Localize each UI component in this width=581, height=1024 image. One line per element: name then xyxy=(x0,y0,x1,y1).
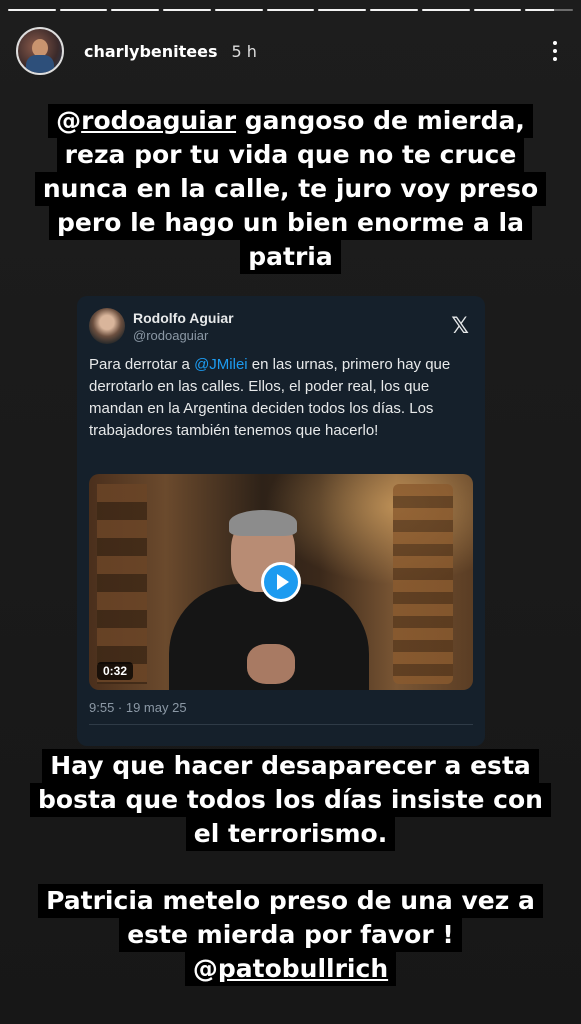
tweet-timestamp: 9:55 · 19 may 25 xyxy=(89,700,187,715)
story-progress-bar xyxy=(8,9,574,11)
video-duration: 0:32 xyxy=(97,662,134,680)
progress-segment xyxy=(421,9,470,11)
username[interactable]: charlybenitees xyxy=(84,42,218,61)
caption-line: reza por tu vida que no te cruce xyxy=(56,138,525,172)
tweet-avatar xyxy=(89,308,125,344)
caption-line: el terrorismo. xyxy=(185,817,396,851)
more-vertical-icon[interactable] xyxy=(545,37,565,65)
progress-segment xyxy=(214,9,263,11)
threads-icon: @ xyxy=(192,954,218,983)
tweet-text: Para derrotar a @JMilei en las urnas, pr… xyxy=(89,354,471,442)
progress-segment xyxy=(370,9,418,11)
tweet-video[interactable]: 0:32 xyxy=(89,474,473,690)
caption-text: gangoso de mierda, xyxy=(236,106,525,135)
caption-line: @rodoaguiar gangoso de mierda, xyxy=(48,104,533,138)
progress-segment xyxy=(318,9,367,11)
caption-line: Hay que hacer desaparecer a esta xyxy=(42,749,539,783)
tweet-mention-jmilei: @JMilei xyxy=(194,356,248,373)
progress-segment xyxy=(59,9,108,11)
progress-segment xyxy=(266,9,315,11)
caption-line: bosta que todos los días insiste con xyxy=(30,783,551,817)
caption-line: Patricia metelo preso de una vez a xyxy=(38,884,543,918)
threads-icon: @ xyxy=(56,106,82,135)
caption-top: @rodoaguiar gangoso de mierda, reza por … xyxy=(0,104,581,274)
tweet-card[interactable]: Rodolfo Aguiar @rodoaguiar 𝕏 Para derrot… xyxy=(77,296,485,746)
tweet-author-handle: @rodoaguiar xyxy=(133,327,209,343)
play-icon[interactable] xyxy=(261,562,301,602)
mention-rodoaguiar[interactable]: rodoaguiar xyxy=(81,106,236,135)
video-person xyxy=(169,510,369,690)
progress-segment xyxy=(163,9,211,11)
avatar-body xyxy=(26,55,54,73)
tweet-header: Rodolfo Aguiar @rodoaguiar 𝕏 xyxy=(89,306,469,346)
avatar[interactable] xyxy=(16,27,64,75)
progress-segment xyxy=(111,9,160,11)
progress-segment xyxy=(473,9,522,11)
mention-patobullrich[interactable]: patobullrich xyxy=(218,954,388,983)
tweet-author-name: Rodolfo Aguiar xyxy=(133,309,234,326)
post-time: 5 h xyxy=(231,41,257,61)
story-header: charlybenitees 5 h xyxy=(16,26,565,76)
x-logo-icon: 𝕏 xyxy=(451,313,469,339)
divider xyxy=(89,724,473,725)
progress-segment-current xyxy=(525,9,574,11)
tweet-text-part: Para derrotar a xyxy=(89,356,195,373)
progress-segment xyxy=(8,9,56,11)
caption-line: patria xyxy=(240,240,341,274)
tweet-author: Rodolfo Aguiar @rodoaguiar xyxy=(133,310,234,343)
caption-bottom: Patricia metelo preso de una vez a este … xyxy=(0,884,581,986)
caption-line: pero le hago un bien enorme a la xyxy=(49,206,532,240)
caption-middle: Hay que hacer desaparecer a esta bosta q… xyxy=(0,749,581,851)
caption-line: @patobullrich xyxy=(184,952,397,986)
video-bg-railing xyxy=(393,484,453,684)
video-bg-panel xyxy=(97,484,147,684)
caption-line: nunca en la calle, te juro voy preso xyxy=(34,172,547,206)
caption-line: este mierda por favor ! xyxy=(119,918,462,952)
